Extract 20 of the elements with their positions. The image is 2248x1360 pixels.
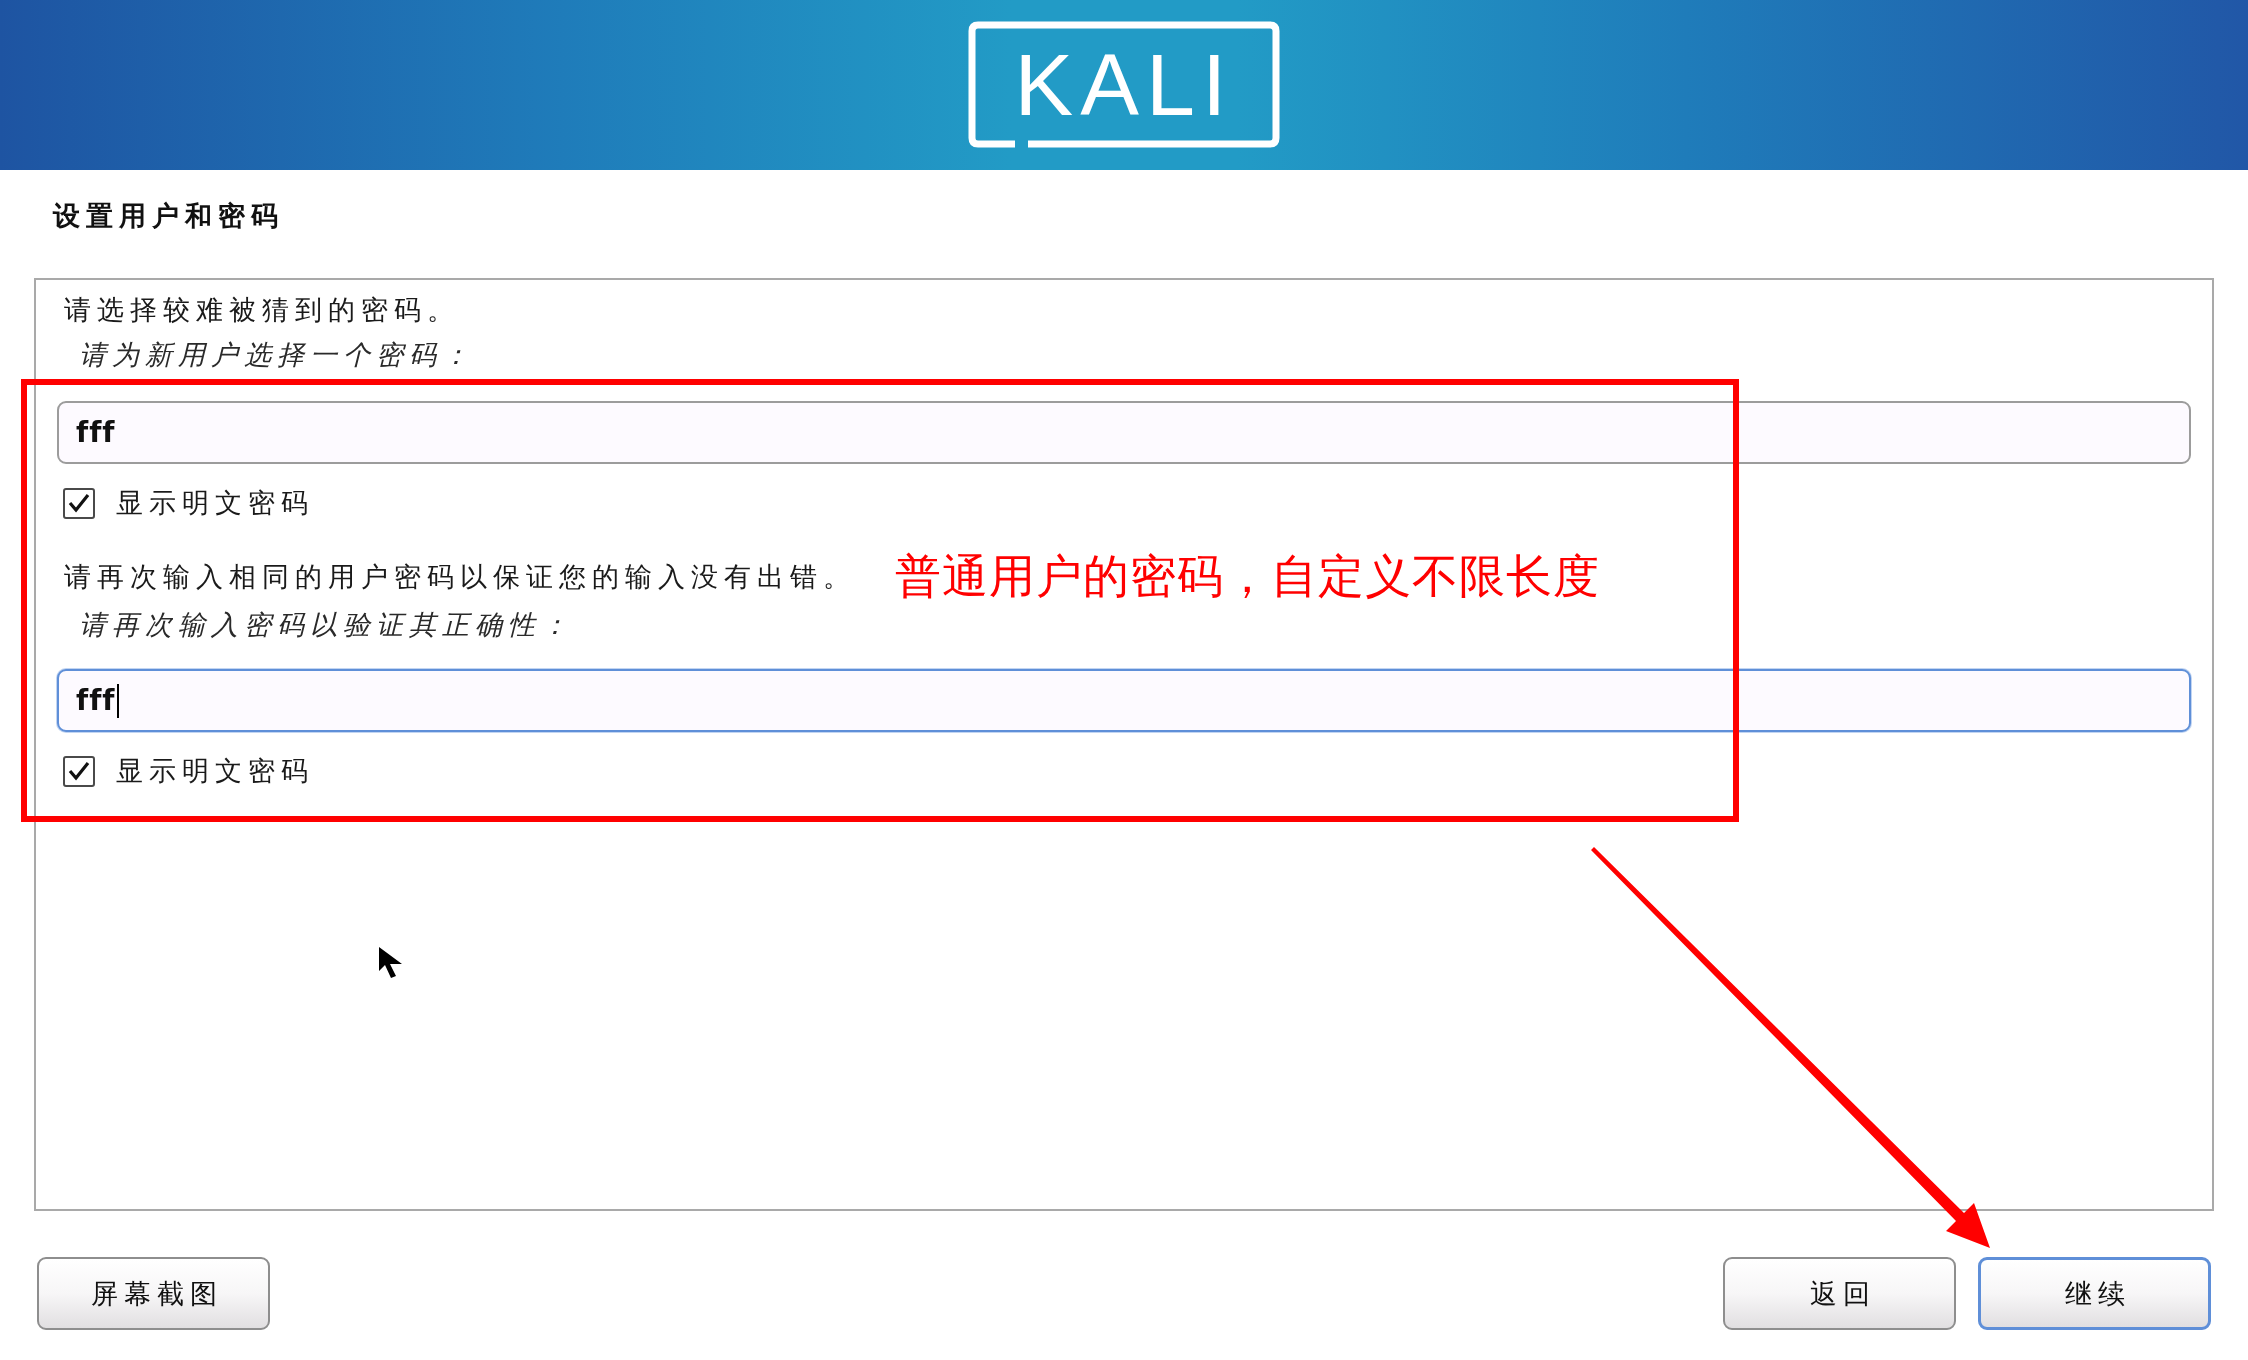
instruction-text: 请再次输入相同的用户密码以保证您的输入没有出错。	[64, 560, 856, 594]
checkbox-label[interactable]: 显示明文密码	[116, 486, 314, 520]
annotation-text: 普通用户的密码，自定义不限长度	[895, 548, 1600, 605]
checkbox-label[interactable]: 显示明文密码	[116, 754, 314, 788]
screenshot-button[interactable]: 屏幕截图	[37, 1257, 270, 1330]
logo-text: KALI	[1014, 40, 1234, 129]
field-prompt: 请为新用户选择一个密码：	[79, 339, 475, 371]
mouse-pointer-icon	[379, 947, 402, 979]
checkmark-icon	[68, 493, 90, 513]
back-button[interactable]: 返回	[1723, 1257, 1956, 1330]
checkmark-icon	[68, 761, 90, 781]
checkbox[interactable]	[63, 487, 95, 519]
field-prompt: 请再次输入密码以验证其正确性：	[79, 609, 574, 641]
continue-button[interactable]: 继续	[1978, 1257, 2211, 1330]
instruction-text: 请选择较难被猜到的密码。	[64, 293, 460, 327]
checkbox[interactable]	[63, 755, 95, 787]
text-caret-icon	[116, 683, 119, 718]
password-field[interactable]: fff	[57, 401, 2191, 464]
page-title: 设置用户和密码	[53, 199, 284, 233]
password-field[interactable]: fff	[57, 669, 2191, 732]
